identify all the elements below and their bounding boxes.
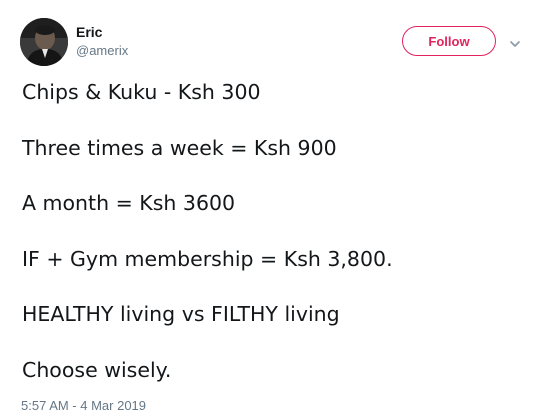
chevron-down-icon[interactable] (508, 35, 522, 47)
author-display-name[interactable]: Eric (76, 23, 128, 41)
tweet-line: Three times a week = Ksh 900 (22, 135, 337, 160)
author-names: Eric @amerix (76, 23, 128, 59)
tweet-text: Chips & Kuku - Ksh 300 Three times a wee… (22, 78, 532, 411)
tweet-line: A month = Ksh 3600 (22, 191, 236, 215)
tweet-line: HEALTHY living vs FILTHY living (22, 302, 340, 326)
tweet-line: Chips & Kuku - Ksh 300 (22, 80, 261, 104)
tweet-timestamp[interactable]: 5:57 AM - 4 Mar 2019 (21, 398, 146, 414)
avatar[interactable] (20, 18, 68, 66)
author-handle[interactable]: @amerix (76, 42, 128, 59)
tweet-header: Eric @amerix Follow (20, 18, 530, 68)
tweet-line: IF + Gym membership = Ksh 3,800. (22, 246, 393, 271)
profile-photo-icon (20, 18, 68, 66)
follow-button[interactable]: Follow (402, 26, 496, 56)
tweet-line: Choose wisely. (22, 357, 172, 382)
